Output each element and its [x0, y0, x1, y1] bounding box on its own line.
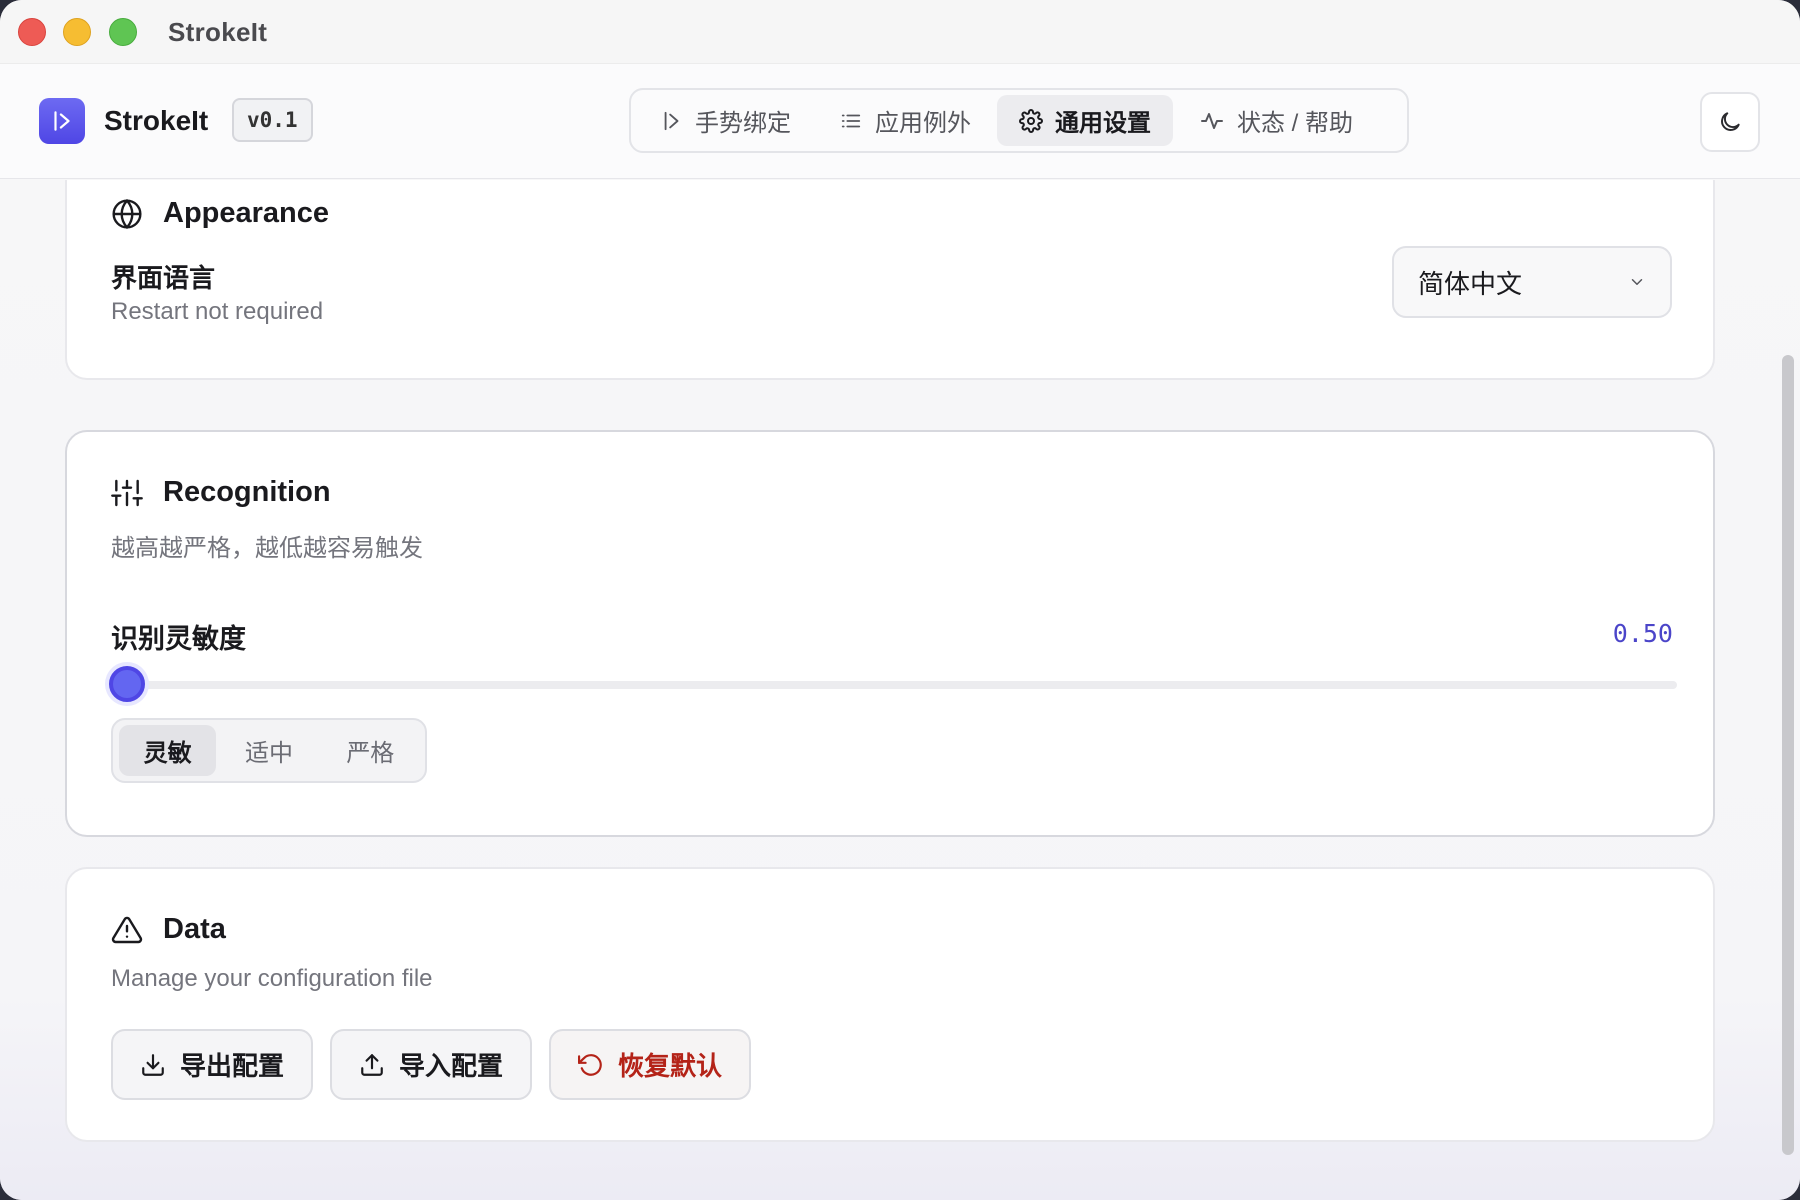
close-window-button[interactable] — [18, 18, 46, 46]
title-bar: StrokeIt — [0, 0, 1800, 64]
globe-icon — [112, 198, 142, 229]
main-nav-tabs: 手势绑定 应用例外 通用设置 状态 / 帮助 — [629, 88, 1409, 153]
activity-icon — [1201, 112, 1223, 129]
import-config-label: 导入配置 — [398, 1051, 503, 1081]
tab-label: 应用例外 — [875, 110, 971, 137]
data-title: Data — [163, 913, 226, 945]
recognition-card: Recognition 越高越严格，越低越容易触发 识别灵敏度 0.50 灵敏 … — [65, 430, 1715, 837]
settings-content: Appearance 界面语言 Restart not required 简体中… — [0, 180, 1800, 1200]
preset-moderate-button[interactable]: 适中 — [220, 725, 317, 776]
download-icon — [142, 1053, 164, 1076]
sensitivity-value: 0.50 — [1612, 619, 1673, 648]
tab-status-help[interactable]: 状态 / 帮助 — [1177, 95, 1375, 146]
language-sub: Restart not required — [111, 298, 324, 325]
reset-defaults-label: 恢复默认 — [617, 1051, 722, 1081]
appearance-heading: Appearance — [111, 197, 329, 230]
sensitivity-presets: 灵敏 适中 严格 — [111, 718, 427, 783]
language-select[interactable]: 简体中文 — [1392, 246, 1672, 318]
tab-label: 状态 / 帮助 — [1237, 110, 1354, 137]
list-icon — [841, 114, 861, 127]
tab-label: 手势绑定 — [695, 110, 791, 137]
gesture-arrow-icon — [664, 111, 679, 130]
version-badge: v0.1 — [232, 98, 313, 142]
upload-icon — [361, 1053, 383, 1076]
app-header: StrokeIt v0.1 手势绑定 应用例外 通用设置 状态 / 帮助 — [0, 64, 1800, 179]
tab-app-exceptions[interactable]: 应用例外 — [817, 95, 993, 146]
export-config-label: 导出配置 — [179, 1051, 284, 1081]
data-heading: Data — [111, 913, 226, 946]
recognition-heading: Recognition — [111, 476, 331, 509]
arrow-right-to-line-icon — [54, 111, 70, 131]
sensitivity-label: 识别灵敏度 — [111, 624, 246, 654]
data-description: Manage your configuration file — [111, 965, 433, 992]
appearance-card: Appearance 界面语言 Restart not required 简体中… — [65, 180, 1715, 380]
preset-sensitive-button[interactable]: 灵敏 — [119, 725, 217, 776]
reset-defaults-button[interactable]: 恢复默认 — [549, 1029, 751, 1100]
sensitivity-slider-thumb[interactable] — [109, 666, 145, 702]
app-name: StrokeIt — [104, 105, 209, 136]
language-label: 界面语言 — [111, 263, 216, 293]
vertical-scrollbar[interactable] — [1782, 355, 1794, 1155]
moon-icon — [1721, 112, 1740, 131]
warning-triangle-icon — [111, 916, 143, 943]
gear-icon — [1019, 108, 1043, 133]
theme-toggle-button[interactable] — [1700, 92, 1760, 152]
export-config-button[interactable]: 导出配置 — [111, 1029, 313, 1100]
recognition-description: 越高越严格，越低越容易触发 — [111, 535, 423, 562]
import-config-button[interactable]: 导入配置 — [330, 1029, 532, 1100]
app-logo — [39, 98, 85, 144]
window-title: StrokeIt — [168, 17, 268, 47]
rotate-ccw-icon — [577, 1053, 602, 1076]
minimize-window-button[interactable] — [63, 18, 91, 46]
language-selected-value: 简体中文 — [1418, 268, 1523, 299]
sensitivity-slider-track[interactable] — [127, 681, 1677, 689]
app-window: StrokeIt StrokeIt v0.1 手势绑定 应用例外 通用设置 状态… — [0, 0, 1800, 1200]
tab-general-settings[interactable]: 通用设置 — [997, 95, 1173, 146]
sliders-icon — [111, 479, 143, 506]
preset-strict-button[interactable]: 严格 — [322, 725, 419, 776]
tab-gesture-bindings[interactable]: 手势绑定 — [639, 95, 813, 146]
zoom-window-button[interactable] — [109, 18, 137, 46]
data-card: Data Manage your configuration file 导出配置 — [65, 867, 1715, 1142]
recognition-title: Recognition — [163, 476, 331, 508]
tab-label: 通用设置 — [1055, 110, 1151, 137]
appearance-title: Appearance — [163, 197, 330, 229]
chevron-down-icon — [1631, 279, 1643, 285]
data-actions: 导出配置 导入配置 恢复默认 — [111, 1029, 751, 1100]
